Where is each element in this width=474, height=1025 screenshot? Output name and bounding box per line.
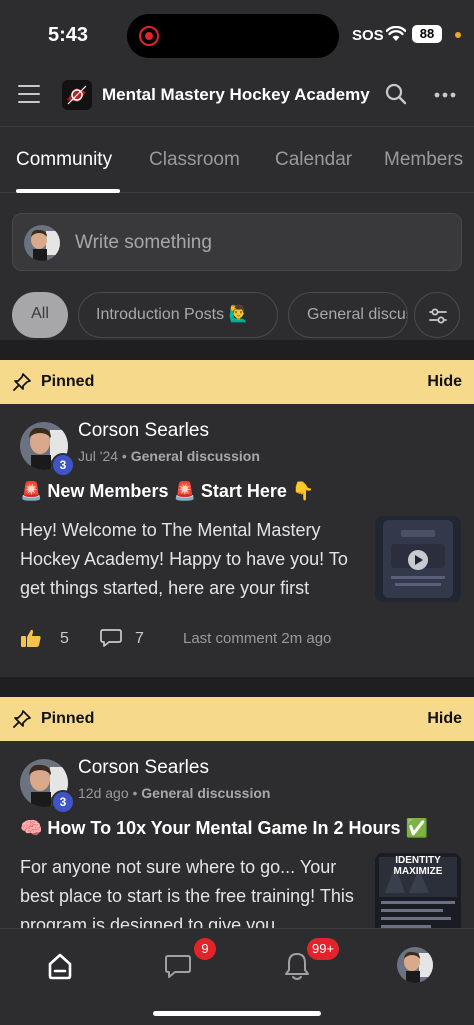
comment-icon[interactable] bbox=[100, 628, 122, 648]
last-comment-time: Last comment 2m ago bbox=[183, 630, 332, 647]
write-something-placeholder: Write something bbox=[75, 232, 212, 253]
battery-indicator: 88 bbox=[412, 25, 442, 43]
filter-introduction-posts[interactable]: Introduction Posts 🙋‍♂️ bbox=[78, 292, 278, 338]
author-name[interactable]: Corson Searles bbox=[78, 420, 209, 442]
post-card[interactable]: Pinned Hide 3 Corson Searles Jul '24 • G… bbox=[0, 360, 474, 677]
post-thumbnail[interactable] bbox=[375, 516, 461, 602]
category-filters: All Introduction Posts 🙋‍♂️ General disc… bbox=[0, 292, 474, 340]
pinned-banner: Pinned Hide bbox=[0, 360, 474, 404]
wifi-icon bbox=[386, 26, 406, 41]
like-icon[interactable] bbox=[20, 628, 42, 648]
video-thumbnail-icon bbox=[375, 516, 461, 602]
filter-all[interactable]: All bbox=[12, 292, 68, 338]
post-body[interactable]: For anyone not sure where to go... Your … bbox=[20, 853, 360, 928]
recording-icon bbox=[139, 26, 159, 46]
tab-calendar[interactable]: Calendar bbox=[275, 149, 352, 171]
profile-avatar[interactable] bbox=[397, 947, 433, 983]
pin-icon bbox=[13, 373, 31, 391]
post-title[interactable]: 🧠 How To 10x Your Mental Game In 2 Hours… bbox=[20, 818, 428, 839]
pinned-label: Pinned bbox=[41, 373, 95, 390]
hide-button[interactable]: Hide bbox=[427, 373, 462, 391]
active-tab-indicator bbox=[16, 189, 120, 193]
post-category[interactable]: General discussion bbox=[141, 785, 270, 801]
post-time: 12d ago bbox=[78, 785, 129, 801]
post-meta: 12d ago • General discussion bbox=[78, 785, 271, 801]
chat-badge: 9 bbox=[194, 938, 216, 960]
level-badge: 3 bbox=[51, 790, 75, 814]
hide-button[interactable]: Hide bbox=[427, 710, 462, 728]
home-icon[interactable] bbox=[46, 952, 74, 980]
main-tabs: Community Classroom Calendar Members bbox=[0, 126, 474, 193]
avatar bbox=[24, 225, 60, 261]
tab-community[interactable]: Community bbox=[16, 149, 112, 171]
comment-count: 7 bbox=[135, 630, 144, 647]
group-logo[interactable] bbox=[62, 80, 92, 110]
bell-icon[interactable] bbox=[284, 951, 310, 981]
thumbnail-caption: IDENTITY MAXIMIZE bbox=[393, 855, 443, 877]
section-divider bbox=[0, 340, 474, 360]
post-reactions: 5 7 Last comment 2m ago bbox=[0, 622, 474, 654]
author-name[interactable]: Corson Searles bbox=[78, 757, 209, 779]
filter-settings-button[interactable] bbox=[414, 292, 460, 338]
level-badge: 3 bbox=[51, 453, 75, 477]
group-title[interactable]: Mental Mastery Hockey Academy bbox=[102, 85, 370, 105]
section-divider bbox=[0, 677, 474, 697]
status-bar: 5:43 SOS 88 bbox=[0, 0, 474, 64]
pinned-banner: Pinned Hide bbox=[0, 697, 474, 741]
post-meta: Jul '24 • General discussion bbox=[78, 448, 260, 464]
search-icon[interactable] bbox=[384, 82, 408, 106]
sos-indicator: SOS bbox=[352, 27, 384, 44]
menu-icon[interactable] bbox=[18, 85, 40, 103]
dynamic-island bbox=[127, 14, 339, 58]
more-options-icon[interactable] bbox=[434, 92, 456, 98]
app-header: Mental Mastery Hockey Academy bbox=[0, 64, 474, 127]
post-body[interactable]: Hey! Welcome to The Mental Mastery Hocke… bbox=[20, 516, 360, 606]
post-card[interactable]: Pinned Hide 3 Corson Searles 12d ago • G… bbox=[0, 697, 474, 928]
filter-general-discussion[interactable]: General discussion bbox=[288, 292, 408, 338]
sliders-icon bbox=[429, 308, 447, 324]
post-category[interactable]: General discussion bbox=[131, 448, 260, 464]
status-time: 5:43 bbox=[48, 24, 89, 46]
notifications-badge: 99+ bbox=[307, 938, 340, 960]
tab-members[interactable]: Members bbox=[384, 149, 463, 171]
privacy-dot bbox=[455, 32, 461, 38]
write-post-box[interactable]: Write something bbox=[12, 213, 462, 271]
post-time: Jul '24 bbox=[78, 448, 119, 464]
post-title[interactable]: 🚨 New Members 🚨 Start Here 👇 bbox=[20, 481, 314, 502]
like-count: 5 bbox=[60, 630, 69, 647]
home-indicator[interactable] bbox=[153, 1011, 321, 1016]
pin-icon bbox=[13, 710, 31, 728]
post-thumbnail[interactable]: IDENTITY MAXIMIZE bbox=[375, 853, 461, 928]
chat-icon[interactable] bbox=[164, 954, 192, 980]
pinned-label: Pinned bbox=[41, 710, 95, 727]
tab-classroom[interactable]: Classroom bbox=[149, 149, 240, 171]
